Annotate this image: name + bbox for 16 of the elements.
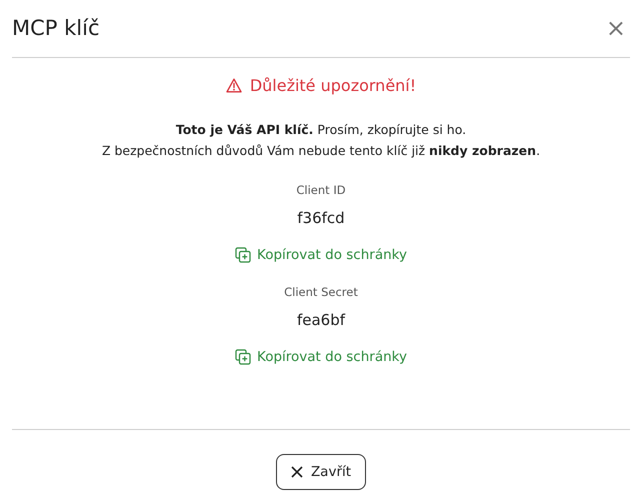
copy-button[interactable]: Kopírovat do schránky <box>231 347 411 367</box>
warning-heading: Důležité upozornění! <box>250 76 416 95</box>
close-button[interactable]: Zavřít <box>276 454 366 490</box>
message-text: Z bezpečnostních důvodů Vám nebude tento klíč již nikdy zobrazen. <box>102 142 540 160</box>
copy-icon <box>235 247 252 263</box>
close-icon <box>290 466 303 478</box>
copy-button[interactable]: Kopírovat do schránky <box>231 245 411 265</box>
key-value: fea6bf <box>296 311 346 329</box>
close-button[interactable]: × <box>604 16 628 40</box>
warning-icon <box>226 78 242 93</box>
copy-icon <box>235 349 252 365</box>
field-label: Client ID <box>296 183 346 197</box>
key-value: f36fcd <box>297 209 345 227</box>
field-label: Client Secret <box>284 285 358 299</box>
dialog-title: MCP klíč <box>12 16 100 40</box>
message-text: Toto je Váš API klíč. Prosím, zkopírujte si ho. <box>176 121 466 139</box>
